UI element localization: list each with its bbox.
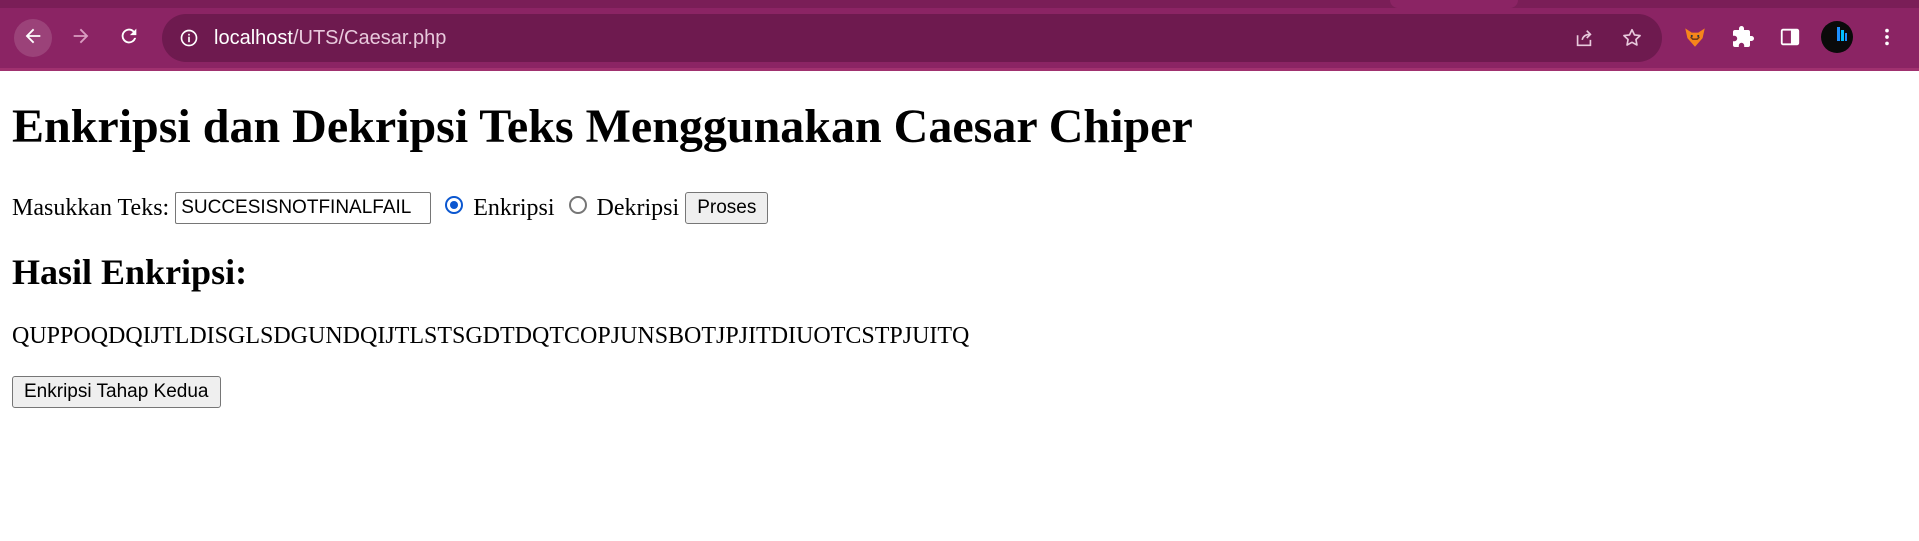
- puzzle-icon[interactable]: [1728, 22, 1758, 52]
- active-tab[interactable]: [1390, 0, 1518, 8]
- reload-button[interactable]: [110, 19, 148, 57]
- result-text: QUPPOQDQIJTLDISGLSDGUNDQIJTLSTSGDTDQTCOP…: [12, 323, 970, 349]
- back-button[interactable]: [14, 19, 52, 57]
- avatar[interactable]: [1821, 21, 1853, 53]
- encrypt-radio-label[interactable]: Enkripsi: [473, 195, 554, 222]
- result-heading: Hasil Enkripsi:: [12, 252, 248, 292]
- reload-icon: [118, 25, 140, 52]
- process-button[interactable]: Proses: [685, 192, 769, 224]
- info-icon[interactable]: [178, 27, 200, 49]
- star-icon[interactable]: [1620, 26, 1644, 50]
- arrow-left-icon: [22, 25, 44, 52]
- caesar-form: Masukkan Teks: Enkripsi Dekripsi Proses: [12, 192, 769, 224]
- text-input[interactable]: [175, 192, 432, 224]
- url-text[interactable]: localhost/UTS/Caesar.php: [214, 14, 446, 62]
- tab-strip: [0, 0, 1919, 8]
- decrypt-radio-label[interactable]: Dekripsi: [597, 195, 680, 222]
- browser-toolbar: localhost/UTS/Caesar.php: [0, 0, 1919, 71]
- arrow-right-icon: [70, 25, 92, 52]
- address-bar[interactable]: localhost/UTS/Caesar.php: [162, 14, 1662, 62]
- second-stage-encrypt-button[interactable]: Enkripsi Tahap Kedua: [12, 376, 221, 408]
- page-content: Enkripsi dan Dekripsi Teks Menggunakan C…: [0, 71, 1919, 541]
- side-panel-icon[interactable]: [1775, 22, 1805, 52]
- input-label: Masukkan Teks:: [12, 194, 170, 221]
- forward-button[interactable]: [62, 19, 100, 57]
- encrypt-radio[interactable]: [445, 196, 464, 214]
- url-host: localhost: [214, 27, 293, 49]
- page-title: Enkripsi dan Dekripsi Teks Menggunakan C…: [12, 100, 1193, 153]
- url-path: /UTS/Caesar.php: [292, 27, 447, 49]
- fox-extension-icon[interactable]: [1680, 22, 1710, 52]
- kebab-menu-icon[interactable]: [1872, 22, 1902, 52]
- decrypt-radio[interactable]: [568, 196, 587, 214]
- share-icon[interactable]: [1572, 26, 1596, 50]
